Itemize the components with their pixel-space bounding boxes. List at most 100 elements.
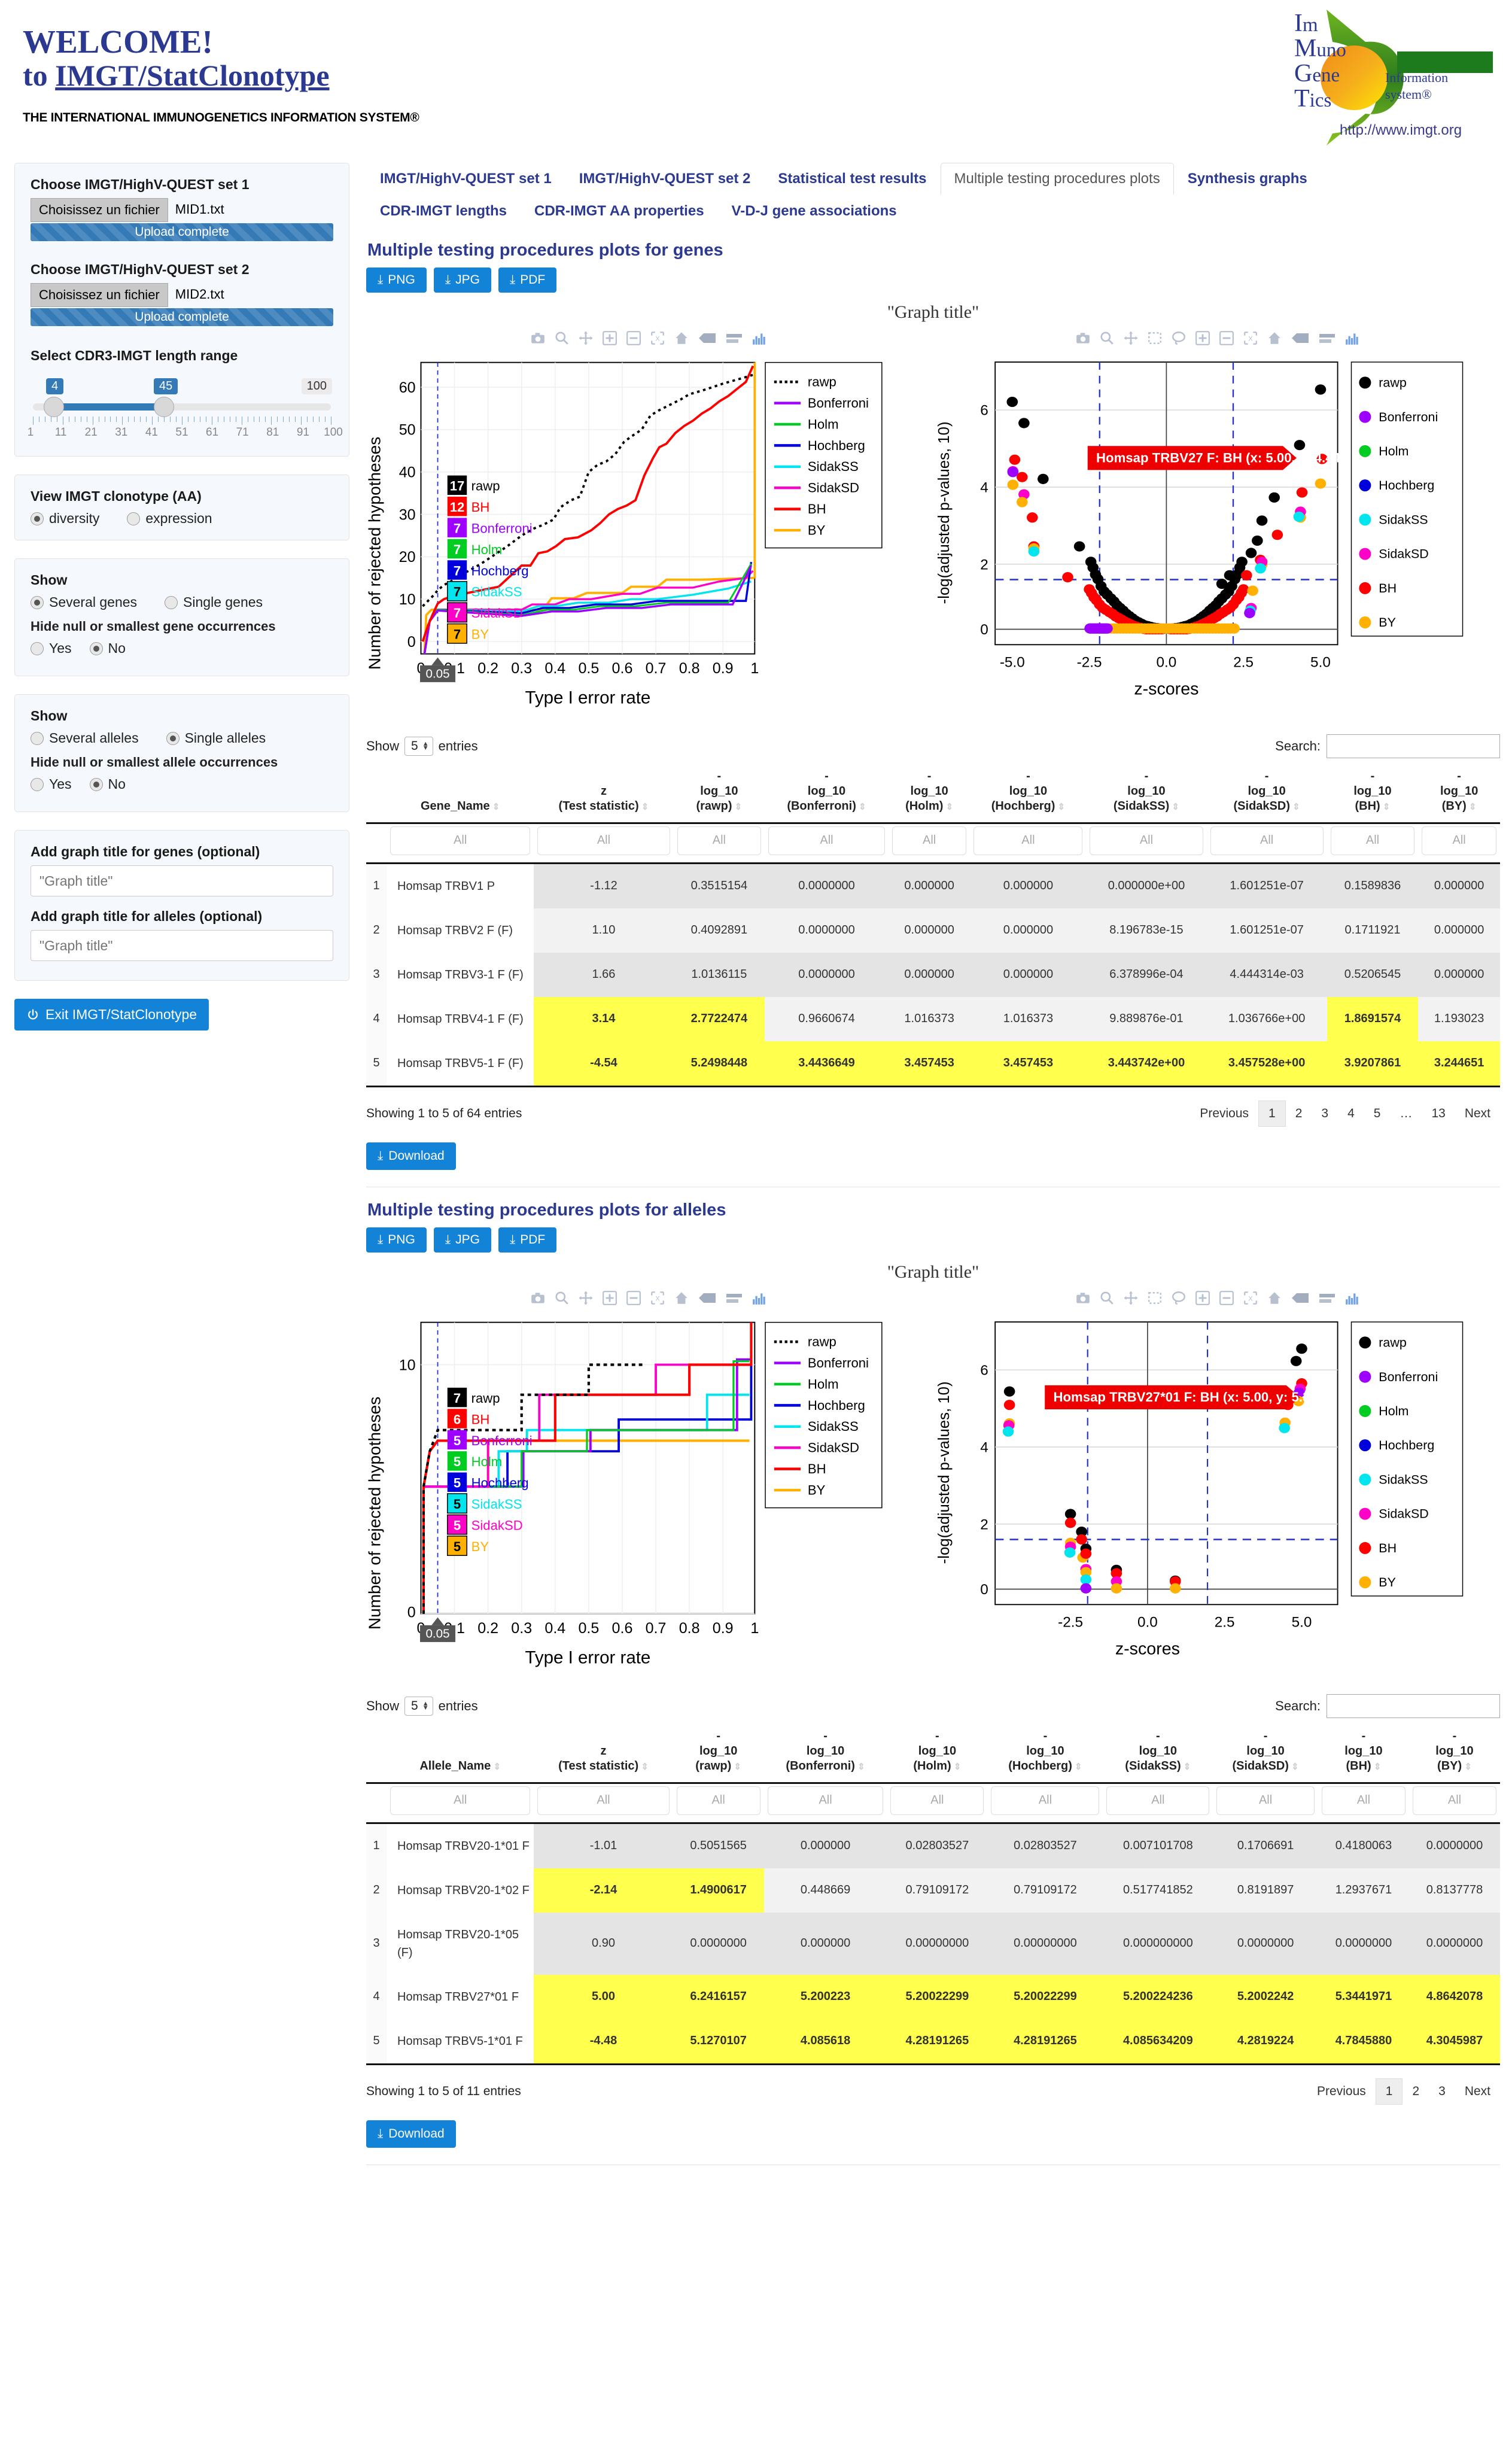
table-row[interactable]: 5 Homsap TRBV5-1*01 F -4.48 5.1270107 4.0856… xyxy=(366,2019,1500,2065)
column-header-log-10-bonferroni[interactable]: - log_10 (Bonferroni) ⇕ xyxy=(764,1724,887,1783)
genes-png-button[interactable]: ⤓ PNG xyxy=(366,267,427,293)
plotly-logo-icon[interactable] xyxy=(752,1290,767,1306)
column-filter-input[interactable]: All xyxy=(768,826,885,855)
lasso-select-icon[interactable] xyxy=(1171,330,1187,346)
sort-icon[interactable]: ⇕ xyxy=(1371,1762,1382,1772)
column-header-log-10-by[interactable]: - log_10 (BY) ⇕ xyxy=(1418,764,1500,823)
column-filter-input[interactable]: All xyxy=(390,826,531,855)
column-header-log-10-sidakss[interactable]: - log_10 (SidakSS) ⇕ xyxy=(1103,1724,1213,1783)
lasso-select-icon[interactable] xyxy=(1171,1290,1187,1306)
home-reset-icon[interactable] xyxy=(674,1290,689,1306)
zoom-in-icon[interactable] xyxy=(1195,1290,1210,1306)
pagination-[interactable]: … xyxy=(1390,1101,1422,1126)
sort-icon[interactable]: ⇕ xyxy=(1072,1762,1082,1772)
table-row[interactable]: 3 Homsap TRBV3-1 F (F) 1.66 1.0136115 0.0000… xyxy=(366,952,1500,997)
data-point[interactable] xyxy=(1216,578,1227,589)
column-filter-input[interactable]: All xyxy=(1216,1786,1315,1815)
data-point[interactable] xyxy=(1075,1534,1087,1545)
slider-handle-min[interactable] xyxy=(44,397,64,417)
zoom-icon[interactable] xyxy=(1099,330,1115,346)
camera-icon[interactable] xyxy=(530,330,546,346)
data-point[interactable] xyxy=(1295,1343,1307,1354)
data-point[interactable] xyxy=(1007,479,1018,490)
column-filter-input[interactable]: All xyxy=(537,1786,670,1815)
column-filter-input[interactable]: All xyxy=(1412,1786,1496,1815)
data-point[interactable] xyxy=(1018,418,1030,428)
table-row[interactable]: 5 Homsap TRBV5-1 F (F) -4.54 5.2498448 3.443… xyxy=(366,1041,1500,1087)
column-filter-input[interactable]: All xyxy=(1422,826,1496,855)
sort-icon[interactable]: ⇕ xyxy=(951,1762,962,1772)
column-filter-input[interactable]: All xyxy=(677,826,762,855)
data-point[interactable] xyxy=(1003,1386,1015,1397)
tab-cdr-imgt-lengths[interactable]: CDR-IMGT lengths xyxy=(366,199,521,227)
data-point[interactable] xyxy=(1246,585,1258,596)
pagination-3[interactable]: 3 xyxy=(1429,2079,1455,2104)
sort-icon[interactable]: ⇕ xyxy=(1380,802,1391,812)
alleles-png-button[interactable]: ⤓ PNG xyxy=(366,1227,427,1253)
pagination-1[interactable]: 1 xyxy=(1375,2078,1403,2105)
pagination-2[interactable]: 2 xyxy=(1286,1101,1312,1126)
column-filter-input[interactable]: All xyxy=(676,1786,760,1815)
radio-diversity[interactable] xyxy=(31,512,44,525)
genes-search-input[interactable] xyxy=(1327,734,1500,758)
radio-single-alleles[interactable] xyxy=(166,731,180,745)
column-header-gene-name[interactable]: Gene_Name ⇕ xyxy=(387,764,534,823)
column-header-allele-name[interactable]: Allele_Name ⇕ xyxy=(387,1724,534,1783)
sort-icon[interactable]: ⇕ xyxy=(1055,802,1066,812)
data-point[interactable] xyxy=(1268,492,1280,503)
pan-icon[interactable] xyxy=(1123,330,1139,346)
zoom-out-icon[interactable] xyxy=(626,1290,641,1306)
data-point[interactable] xyxy=(1064,1547,1075,1558)
sort-icon[interactable]: ⇕ xyxy=(638,1762,649,1772)
imgt-url[interactable]: http://www.imgt.org xyxy=(1340,122,1462,139)
data-point[interactable] xyxy=(1073,541,1085,552)
radio-hide-alleles-yes[interactable] xyxy=(31,777,44,791)
data-point[interactable] xyxy=(1315,478,1326,489)
alleles-pdf-button[interactable]: ⤓ PDF xyxy=(498,1227,557,1253)
column-header-log-10-by[interactable]: - log_10 (BY) ⇕ xyxy=(1409,1724,1500,1783)
alleles-search-input[interactable] xyxy=(1327,1694,1500,1718)
data-point[interactable] xyxy=(1251,535,1263,546)
data-point[interactable] xyxy=(1271,530,1283,540)
sort-icon[interactable]: ⇕ xyxy=(731,1762,741,1772)
compare-data-icon[interactable] xyxy=(1318,1290,1336,1306)
genes-jpg-button[interactable]: ⤓ JPG xyxy=(433,267,491,293)
sort-icon[interactable]: ⇕ xyxy=(855,1762,865,1772)
data-point[interactable] xyxy=(1016,472,1028,482)
data-point[interactable] xyxy=(1003,1399,1015,1411)
data-point[interactable] xyxy=(1243,607,1255,619)
plotly-logo-icon[interactable] xyxy=(1344,330,1360,346)
column-header-log-10-bh[interactable]: - log_10 (BH) ⇕ xyxy=(1327,764,1419,823)
radio-hide-genes-yes[interactable] xyxy=(31,642,44,655)
radio-several-alleles[interactable] xyxy=(31,731,44,745)
column-header-z-test-statistic[interactable]: z (Test statistic) ⇕ xyxy=(534,764,673,823)
tab-cdr-imgt-aa-properties[interactable]: CDR-IMGT AA properties xyxy=(521,199,718,227)
box-select-icon[interactable] xyxy=(1147,1290,1163,1306)
set2-browse-button[interactable]: Choisissez un fichier xyxy=(31,283,168,307)
data-point[interactable] xyxy=(1169,1583,1181,1594)
column-filter-input[interactable]: All xyxy=(890,1786,984,1815)
table-row[interactable]: 3 Homsap TRBV20-1*05 (F) 0.90 0.0000000 0.00… xyxy=(366,1912,1500,1975)
compare-data-icon[interactable] xyxy=(725,330,743,346)
radio-hide-genes-no[interactable] xyxy=(89,642,103,655)
alleles-entries-select[interactable]: 5 ▲ ▼ xyxy=(404,1696,433,1716)
box-select-icon[interactable] xyxy=(1147,330,1163,346)
camera-icon[interactable] xyxy=(1075,1290,1091,1306)
data-point[interactable] xyxy=(1006,396,1018,408)
genes-entries-select[interactable]: 5 ▲ ▼ xyxy=(404,736,433,756)
table-row[interactable]: 2 Homsap TRBV2 F (F) 1.10 0.4092891 0.000000… xyxy=(366,908,1500,953)
data-point[interactable] xyxy=(1007,467,1018,478)
column-filter-input[interactable]: All xyxy=(390,1786,531,1815)
column-filter-input[interactable]: All xyxy=(767,1786,884,1815)
zoom-out-icon[interactable] xyxy=(1219,1290,1234,1306)
camera-icon[interactable] xyxy=(1075,330,1091,346)
pagination-next[interactable]: Next xyxy=(1455,1101,1500,1126)
data-point[interactable] xyxy=(1009,454,1020,465)
pan-icon[interactable] xyxy=(1123,1290,1139,1306)
sort-icon[interactable]: ⇕ xyxy=(943,802,954,812)
data-point[interactable] xyxy=(1256,515,1267,526)
autoscale-icon[interactable]: X xyxy=(650,1290,665,1306)
graph-title-alleles-input[interactable] xyxy=(31,930,333,961)
data-point[interactable] xyxy=(1296,487,1307,498)
data-point[interactable] xyxy=(1245,548,1257,558)
